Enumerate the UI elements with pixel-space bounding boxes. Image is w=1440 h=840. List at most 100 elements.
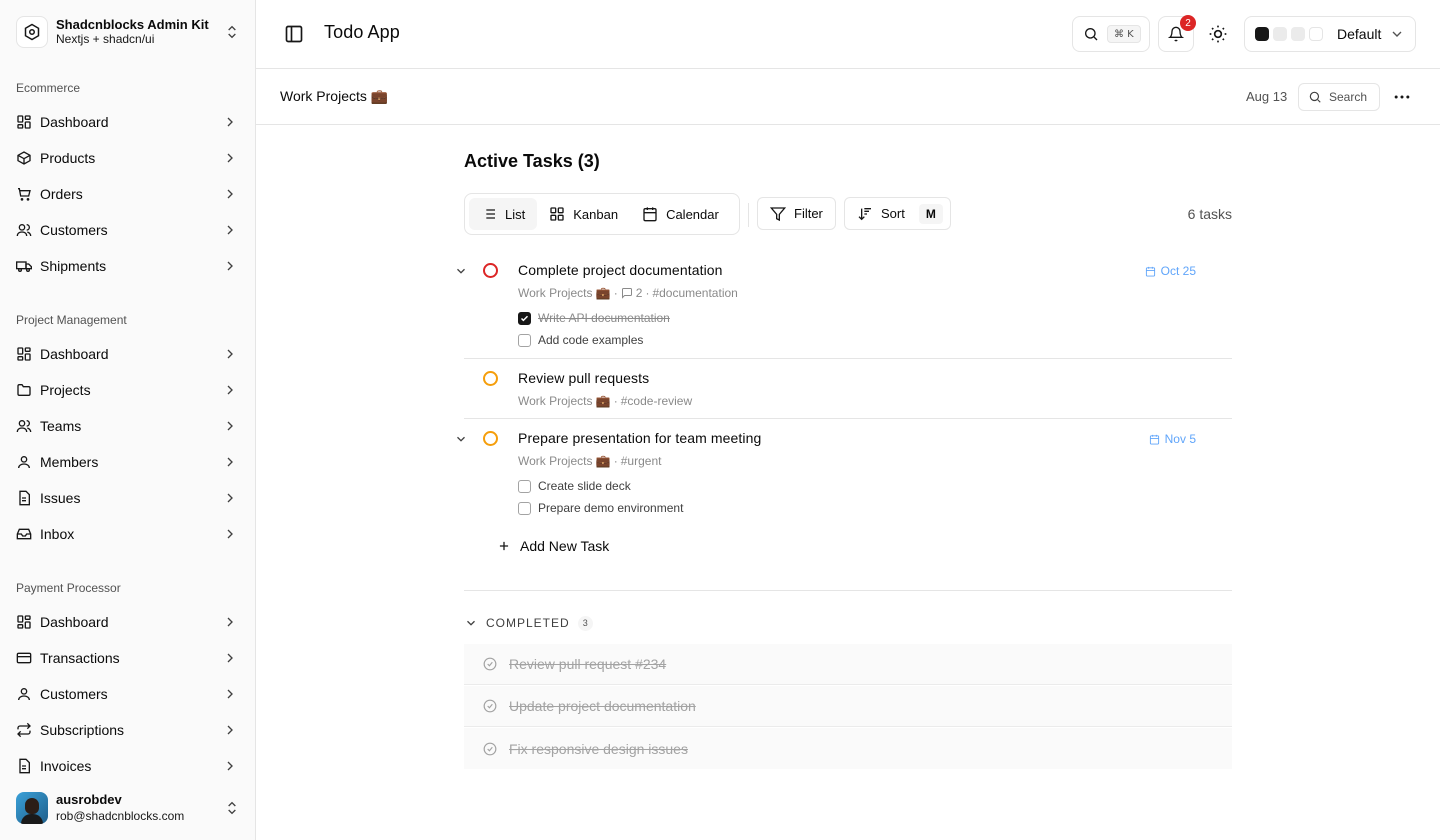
current-date: Aug 13: [1246, 89, 1288, 104]
task-row[interactable]: Complete project documentation Oct 25 Wo…: [457, 255, 1232, 359]
view-label: List: [505, 206, 526, 222]
task-row[interactable]: Review pull requests Work Projects 💼 · #…: [464, 363, 1232, 419]
sidebar-item-transactions[interactable]: Transactions: [0, 640, 256, 676]
sidebar-item-projects[interactable]: Projects: [0, 372, 256, 408]
task-tag: #documentation: [652, 286, 738, 300]
sidebar-item-inbox[interactable]: Inbox: [0, 516, 256, 552]
brand-title: Shadcnblocks Admin Kit: [56, 17, 209, 32]
due-date-text: Oct 25: [1160, 264, 1196, 278]
group-label: Ecommerce: [16, 81, 81, 95]
search-button[interactable]: ⌘ K: [1072, 16, 1150, 52]
meta-separator: ·: [613, 454, 618, 468]
subtask-label: Prepare demo environment: [538, 501, 684, 515]
chevron-right-icon: [227, 153, 233, 163]
meta-separator: ·: [613, 286, 618, 300]
nav-group-project-management: Project Management Dashboard Projects Te…: [0, 304, 256, 552]
chevron-right-icon: [227, 421, 233, 431]
sidebar-item-label: Issues: [40, 490, 81, 506]
more-horizontal-icon[interactable]: [1392, 87, 1412, 107]
sidebar-item-dashboard[interactable]: Dashboard: [0, 104, 256, 140]
task-tag: #urgent: [620, 454, 662, 468]
check-circle-icon[interactable]: [483, 657, 497, 671]
task-status-circle[interactable]: [483, 431, 498, 446]
completed-task-row[interactable]: Update project documentation: [464, 686, 1232, 727]
sidebar-item-label: Products: [40, 150, 96, 166]
task-due-date: Oct 25: [1145, 264, 1196, 278]
user-name: ausrobdev: [56, 792, 122, 807]
sidebar-item-dashboard[interactable]: Dashboard: [0, 604, 256, 640]
completed-task-row[interactable]: Review pull request #234: [464, 644, 1232, 685]
grid-icon: [17, 347, 31, 361]
theme-swatch: [1309, 27, 1323, 41]
due-date-text: Nov 5: [1164, 432, 1196, 446]
sidebar-item-label: Customers: [40, 686, 108, 702]
card-icon: [16, 652, 32, 664]
sidebar-item-label: Subscriptions: [40, 722, 125, 738]
sidebar-item-label: Teams: [40, 418, 82, 434]
sidebar-item-subscriptions[interactable]: Subscriptions: [0, 712, 256, 748]
view-kanban-button[interactable]: Kanban: [537, 198, 630, 230]
section-divider: [464, 590, 1232, 591]
sidebar-item-customers[interactable]: Customers: [0, 212, 256, 248]
sort-button[interactable]: Sort M: [844, 197, 951, 230]
subtask-item[interactable]: Prepare demo environment: [518, 500, 683, 516]
completed-task-title: Review pull request #234: [509, 656, 667, 672]
subtask-item[interactable]: Write API documentation: [518, 310, 670, 326]
notifications-button[interactable]: 2: [1158, 15, 1196, 52]
subtask-checkbox[interactable]: [518, 311, 531, 325]
chevron-right-icon: [227, 349, 233, 359]
sidebar-item-dashboard[interactable]: Dashboard: [0, 336, 256, 372]
comment-count: 2: [635, 286, 643, 300]
chevron-down-icon[interactable]: [454, 264, 468, 278]
project-header: Work Projects 💼 Aug 13 Search: [256, 69, 1440, 125]
folder-icon: [17, 384, 31, 396]
subtask-label: Write API documentation: [538, 311, 670, 325]
task-meta: Work Projects 💼 · #urgent: [518, 454, 661, 468]
filter-button[interactable]: Filter: [757, 197, 836, 230]
sidebar-item-issues[interactable]: Issues: [0, 480, 256, 516]
calendar-icon: [1145, 266, 1155, 277]
completed-task-row[interactable]: Fix responsive design issues: [464, 728, 1232, 769]
subtask-item[interactable]: Create slide deck: [518, 478, 631, 494]
task-meta: Work Projects 💼 · #code-review: [518, 394, 692, 408]
chevron-down-icon: [1392, 31, 1402, 37]
brand-switcher[interactable]: Shadcnblocks Admin Kit Nextjs + shadcn/u…: [8, 8, 248, 56]
group-label: Project Management: [16, 313, 127, 327]
subtask-item[interactable]: Add code examples: [518, 332, 643, 348]
task-status-circle[interactable]: [483, 263, 498, 278]
sidebar-item-customers[interactable]: Customers: [0, 676, 256, 712]
view-list-button[interactable]: List: [469, 198, 538, 230]
user-menu[interactable]: ausrobdev rob@shadcnblocks.com: [8, 784, 248, 832]
sidebar-toggle-icon[interactable]: [284, 24, 304, 44]
sidebar-item-shipments[interactable]: Shipments: [0, 248, 256, 284]
task-status-circle[interactable]: [483, 371, 498, 386]
subtask-checkbox[interactable]: [518, 479, 531, 493]
project-search-button[interactable]: Search: [1298, 83, 1380, 111]
sidebar-item-members[interactable]: Members: [0, 444, 256, 480]
sidebar-item-products[interactable]: Products: [0, 140, 256, 176]
sun-icon[interactable]: [1208, 24, 1228, 44]
task-row[interactable]: Prepare presentation for team meeting No…: [457, 423, 1232, 523]
add-task-button[interactable]: Add New Task: [497, 536, 609, 556]
sidebar-item-teams[interactable]: Teams: [0, 408, 256, 444]
grid-icon: [17, 115, 31, 129]
sort-shortcut: M: [918, 203, 943, 224]
check-icon: [520, 315, 529, 321]
check-circle-icon[interactable]: [483, 742, 497, 756]
sidebar-item-orders[interactable]: Orders: [0, 176, 256, 212]
calendar-icon: [643, 207, 657, 222]
subtask-checkbox[interactable]: [518, 501, 531, 515]
sidebar-item-invoices[interactable]: Invoices: [0, 748, 256, 784]
subtask-checkbox[interactable]: [518, 333, 531, 347]
completed-toggle[interactable]: COMPLETED 3: [464, 614, 593, 632]
check-circle-icon[interactable]: [483, 699, 497, 713]
theme-label: Default: [1337, 26, 1382, 42]
chevron-down-icon[interactable]: [454, 432, 468, 446]
chevron-right-icon: [227, 617, 233, 627]
sidebar-item-label: Shipments: [40, 258, 107, 274]
filter-label: Filter: [794, 206, 823, 221]
view-calendar-button[interactable]: Calendar: [630, 198, 731, 230]
task-project: Work Projects 💼: [518, 454, 611, 468]
theme-select[interactable]: Default: [1244, 16, 1416, 52]
task-title: Prepare presentation for team meeting: [518, 430, 762, 446]
